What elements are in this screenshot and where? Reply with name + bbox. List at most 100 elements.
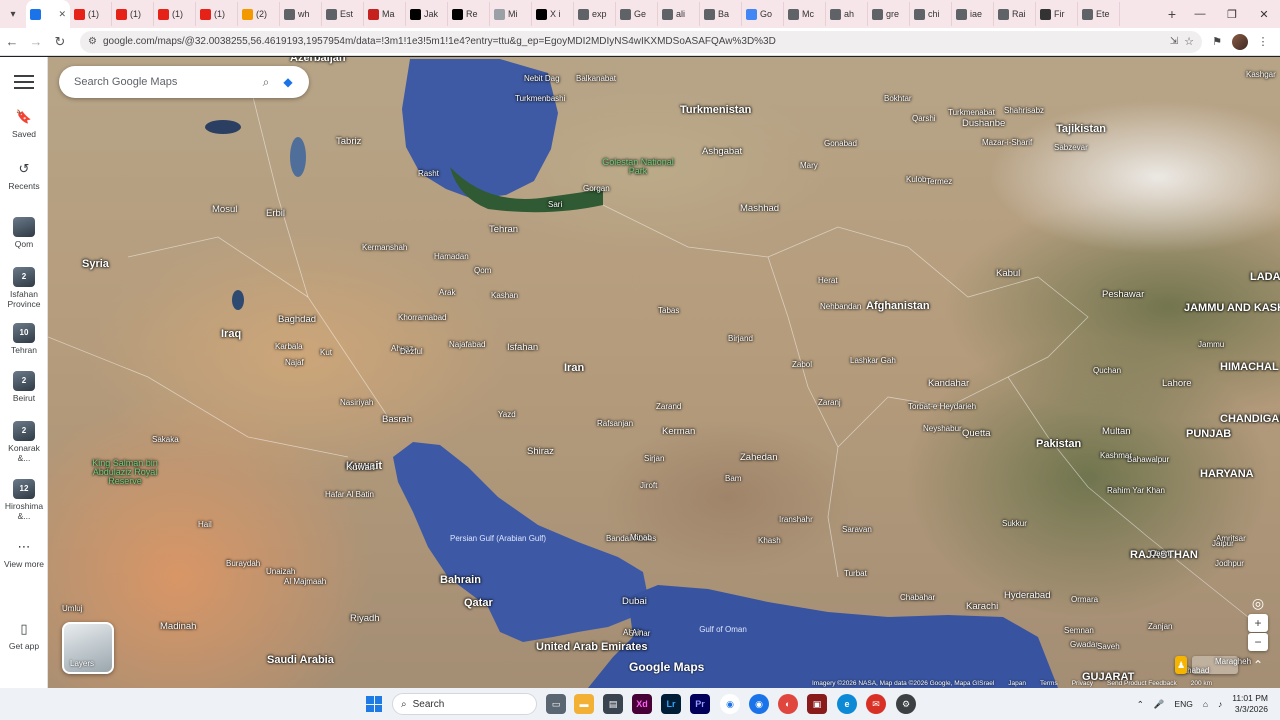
app-red-icon[interactable]: ◐ — [778, 694, 798, 714]
reload-icon[interactable]: ↻ — [48, 30, 72, 54]
tab-25[interactable]: Ete — [1078, 2, 1120, 26]
lightroom-icon[interactable]: Lr — [661, 694, 681, 714]
start-icon[interactable] — [366, 696, 382, 712]
city-label[interactable]: Turkmenabat — [948, 109, 995, 117]
city-label[interactable]: Hail — [198, 521, 212, 529]
city-label[interactable]: Birjand — [728, 335, 753, 343]
directions-icon[interactable]: ◆ — [277, 71, 299, 93]
rail-item-7[interactable]: 12 Hiroshima &... — [0, 479, 48, 521]
city-label[interactable]: Sari — [548, 201, 562, 209]
tab-8[interactable]: Ma — [364, 2, 406, 26]
tab-20[interactable]: gre — [868, 2, 910, 26]
city-label[interactable]: Rahim Yar Khan — [1107, 487, 1165, 495]
city-label[interactable]: Kulob — [906, 176, 926, 184]
city-label[interactable]: Nasiriyah — [340, 399, 373, 407]
city-label[interactable]: Gwadar — [1070, 641, 1098, 649]
layers-button[interactable]: Layers — [62, 622, 114, 674]
new-tab-button[interactable]: + — [1160, 6, 1184, 22]
adobe-xd-icon[interactable]: Xd — [632, 694, 652, 714]
city-label[interactable]: Kuwait — [346, 463, 375, 473]
taskbar-search[interactable]: ⌕ Search — [392, 693, 537, 715]
back-icon[interactable]: ← — [0, 30, 24, 54]
city-label[interactable]: Zarand — [656, 403, 681, 411]
profile-avatar[interactable] — [1232, 33, 1248, 50]
city-label[interactable]: Quchan — [1093, 367, 1121, 375]
my-location-icon[interactable]: ◎ — [1248, 594, 1268, 612]
tab-media-icon[interactable]: ⚑ — [1208, 33, 1226, 51]
app-notify-icon[interactable]: ✉ — [866, 694, 886, 714]
city-label[interactable]: Balkanabat — [576, 75, 616, 83]
tab-10[interactable]: Re — [448, 2, 490, 26]
bookmark-star-icon[interactable]: ☆ — [1184, 35, 1194, 48]
city-label[interactable]: Mazar-i-Sharif — [982, 139, 1032, 147]
city-label[interactable]: Khorramabad — [398, 314, 446, 322]
city-label[interactable]: Gonabad — [824, 140, 857, 148]
tab-19[interactable]: ah — [826, 2, 868, 26]
search-box[interactable]: Search Google Maps ⌕ ◆ — [59, 66, 309, 98]
terminal-icon[interactable]: ▤ — [603, 694, 623, 714]
city-label[interactable]: Tabas — [658, 307, 679, 315]
park-label[interactable]: King Salman bin Abdulaziz Royal Reserve — [88, 459, 162, 486]
city-label[interactable]: Al Majmaah — [284, 578, 326, 586]
city-label[interactable]: Bahawalpur — [1127, 456, 1169, 464]
language-indicator[interactable]: ENG — [1174, 699, 1192, 709]
tab-13[interactable]: exp — [574, 2, 616, 26]
city-label[interactable]: Jiroft — [640, 482, 657, 490]
city-label[interactable]: Kashan — [491, 292, 518, 300]
city-label[interactable]: Multan — [1102, 427, 1131, 437]
tab-23[interactable]: Rai — [994, 2, 1036, 26]
city-label[interactable]: Torbat-e Heydarieh — [908, 403, 976, 411]
imagery-thumbnails[interactable] — [1192, 656, 1238, 674]
city-label[interactable]: Rasht — [418, 170, 439, 178]
close-window-icon[interactable]: ✕ — [1248, 0, 1280, 28]
city-label[interactable]: Zabol — [792, 361, 812, 369]
tab-16[interactable]: Ba — [700, 2, 742, 26]
city-label[interactable]: Termez — [926, 178, 952, 186]
city-label[interactable]: Sakaka — [152, 436, 179, 444]
search-icon[interactable]: ⌕ — [255, 71, 277, 93]
city-label[interactable]: Kermanshah — [362, 244, 407, 252]
address-bar[interactable]: ⚙ google.com/maps/@32.0038255,56.4619193… — [80, 30, 1202, 53]
chrome-active-icon[interactable]: ◉ — [749, 694, 769, 714]
city-label[interactable]: Rafsanjan — [597, 420, 633, 428]
tab-6[interactable]: wh — [280, 2, 322, 26]
city-label[interactable]: Bokhtar — [884, 95, 912, 103]
city-label[interactable]: Riyadh — [350, 614, 380, 624]
city-label[interactable]: Baghdad — [278, 315, 316, 325]
city-label[interactable]: Peshawar — [1102, 290, 1144, 300]
expand-icon[interactable]: ⌃ — [1248, 656, 1268, 674]
city-label[interactable]: Kerman — [662, 427, 695, 437]
city-label[interactable]: Mashhad — [740, 204, 779, 214]
city-label[interactable]: Erbil — [266, 209, 285, 219]
city-label[interactable]: Jammu — [1198, 341, 1224, 349]
scale-label[interactable]: 200 km — [1191, 680, 1212, 688]
site-info-icon[interactable]: ⚙ — [88, 36, 97, 47]
tab-0[interactable]: ✕ — [26, 0, 70, 28]
file-explorer-icon[interactable]: ▬ — [574, 694, 594, 714]
city-label[interactable]: Sukkur — [1002, 520, 1027, 528]
city-label[interactable]: Jodhpur — [1215, 560, 1244, 568]
rail-item-5[interactable]: 2 Beirut — [0, 371, 48, 403]
city-label[interactable]: Buraydah — [226, 560, 260, 568]
tab-18[interactable]: Mc — [784, 2, 826, 26]
city-label[interactable]: Mary — [800, 162, 818, 170]
close-tab-icon[interactable]: ✕ — [58, 9, 66, 20]
search-input[interactable]: Search Google Maps — [74, 76, 255, 88]
city-label[interactable]: Nehbandan — [820, 303, 861, 311]
minimize-icon[interactable]: — — [1184, 0, 1216, 28]
city-label[interactable]: Basrah — [382, 415, 412, 425]
microphone-icon[interactable]: 🎤 — [1154, 699, 1165, 710]
city-label[interactable]: Sabzevar — [1054, 144, 1088, 152]
city-label[interactable]: Yazd — [498, 411, 516, 419]
app-dark-red-icon[interactable]: ▣ — [807, 694, 827, 714]
feedback-link[interactable]: Send Product Feedback — [1107, 680, 1177, 688]
tab-2[interactable]: (1) — [112, 2, 154, 26]
pegman-icon[interactable]: ♟ — [1175, 656, 1187, 674]
attribution-japan-link[interactable]: Japan — [1008, 680, 1026, 688]
city-label[interactable]: Hyderabad — [1004, 591, 1050, 601]
city-label[interactable]: Qarshi — [912, 115, 936, 123]
water-label[interactable]: Gulf of Oman — [688, 626, 758, 634]
rail-item-8[interactable]: ⋯ View more — [0, 539, 48, 569]
city-label[interactable]: Dubai — [622, 597, 647, 607]
city-label[interactable]: Kashmar — [1100, 452, 1132, 460]
